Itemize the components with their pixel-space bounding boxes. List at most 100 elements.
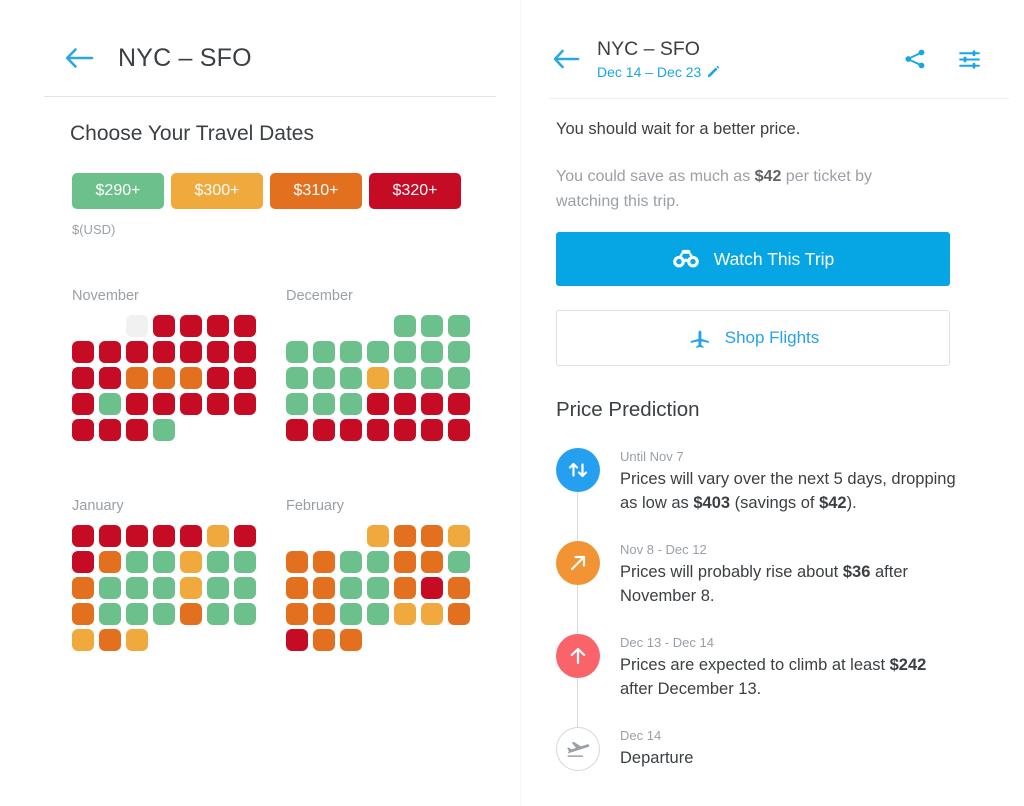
calendar-day-cell[interactable] [394,603,416,625]
calendar-day-cell[interactable] [394,341,416,363]
calendar-day-cell[interactable] [180,551,202,573]
pencil-icon[interactable] [707,65,720,78]
calendar-day-cell[interactable] [126,629,148,651]
calendar-day-cell[interactable] [72,603,94,625]
calendar-day-cell[interactable] [234,341,256,363]
calendar-day-cell[interactable] [286,419,308,441]
calendar-day-cell[interactable] [286,341,308,363]
calendar-day-cell[interactable] [126,341,148,363]
calendar-day-cell[interactable] [340,551,362,573]
share-icon[interactable] [902,46,928,72]
calendar-day-cell[interactable] [421,551,443,573]
calendar-day-cell[interactable] [234,525,256,547]
calendar-day-cell[interactable] [340,577,362,599]
calendar-day-cell[interactable] [367,419,389,441]
calendar-day-cell[interactable] [126,577,148,599]
calendar-day-cell[interactable] [313,629,335,651]
calendar-day-cell[interactable] [367,341,389,363]
calendar-day-cell[interactable] [126,525,148,547]
calendar-day-cell[interactable] [421,393,443,415]
calendar-day-cell[interactable] [286,629,308,651]
calendar-day-cell[interactable] [153,419,175,441]
calendar-day-cell[interactable] [367,603,389,625]
calendar-day-cell[interactable] [153,315,175,337]
calendar-day-cell[interactable] [72,419,94,441]
calendar-day-cell[interactable] [421,367,443,389]
calendar-day-cell[interactable] [367,367,389,389]
calendar-day-cell[interactable] [340,341,362,363]
calendar-day-cell[interactable] [207,367,229,389]
month-grid[interactable] [72,315,256,441]
calendar-day-cell[interactable] [367,577,389,599]
watch-this-trip-button[interactable]: Watch This Trip [556,232,950,286]
calendar-day-cell[interactable] [180,525,202,547]
calendar-day-cell[interactable] [72,367,94,389]
calendar-day-cell[interactable] [340,393,362,415]
calendar-day-cell[interactable] [394,315,416,337]
calendar-day-cell[interactable] [153,577,175,599]
calendar-day-cell[interactable] [234,315,256,337]
back-arrow-icon[interactable] [62,41,96,75]
price-legend-chip[interactable]: $310+ [270,173,362,209]
month-grid[interactable] [72,525,256,651]
calendar-day-cell[interactable] [99,419,121,441]
calendar-day-cell[interactable] [313,419,335,441]
calendar-day-cell[interactable] [234,551,256,573]
calendar-day-cell[interactable] [234,367,256,389]
calendar-day-cell[interactable] [448,367,470,389]
calendar-day-cell[interactable] [153,551,175,573]
calendar-day-cell[interactable] [72,393,94,415]
calendar-day-cell[interactable] [153,525,175,547]
calendar-day-cell[interactable] [153,603,175,625]
calendar-day-cell[interactable] [448,603,470,625]
calendar-day-cell[interactable] [99,393,121,415]
calendar-day-cell[interactable] [153,367,175,389]
calendar-day-cell[interactable] [153,393,175,415]
calendar-day-cell[interactable] [421,315,443,337]
calendar-day-cell[interactable] [421,525,443,547]
calendar-day-cell[interactable] [340,629,362,651]
calendar-day-cell[interactable] [448,525,470,547]
calendar-day-cell[interactable] [180,367,202,389]
trip-date-range[interactable]: Dec 14 – Dec 23 [597,62,720,82]
calendar-day-cell[interactable] [421,341,443,363]
calendar-day-cell[interactable] [207,315,229,337]
calendar-day-cell[interactable] [72,341,94,363]
calendar-day-cell[interactable] [394,419,416,441]
back-arrow-icon[interactable] [551,44,581,74]
calendar-day-cell[interactable] [99,341,121,363]
calendar-day-cell[interactable] [72,525,94,547]
calendar-day-cell[interactable] [72,551,94,573]
calendar-day-cell[interactable] [340,367,362,389]
month-grid[interactable] [286,315,470,441]
calendar-day-cell[interactable] [367,551,389,573]
calendar-day-cell[interactable] [421,603,443,625]
calendar-day-cell[interactable] [126,603,148,625]
calendar-day-cell[interactable] [99,629,121,651]
calendar-day-cell[interactable] [99,367,121,389]
calendar-day-cell[interactable] [367,393,389,415]
calendar-day-cell[interactable] [99,525,121,547]
calendar-day-cell[interactable] [394,577,416,599]
calendar-day-cell[interactable] [313,367,335,389]
calendar-day-cell[interactable] [153,341,175,363]
tune-sliders-icon[interactable] [956,46,982,72]
calendar-day-cell[interactable] [207,393,229,415]
calendar-day-cell[interactable] [448,393,470,415]
calendar-day-cell[interactable] [207,577,229,599]
calendar-day-cell[interactable] [394,525,416,547]
calendar-day-cell[interactable] [207,341,229,363]
price-legend-chip[interactable]: $300+ [171,173,263,209]
calendar-day-cell[interactable] [207,603,229,625]
calendar-day-cell[interactable] [234,577,256,599]
calendar-day-cell[interactable] [448,577,470,599]
calendar-day-cell[interactable] [126,551,148,573]
calendar-day-cell[interactable] [448,551,470,573]
calendar-day-cell[interactable] [286,367,308,389]
calendar-day-cell[interactable] [286,551,308,573]
calendar-day-cell[interactable] [367,525,389,547]
price-legend-chip[interactable]: $290+ [72,173,164,209]
calendar-day-cell[interactable] [72,629,94,651]
calendar-day-cell[interactable] [313,551,335,573]
calendar-day-cell[interactable] [394,551,416,573]
